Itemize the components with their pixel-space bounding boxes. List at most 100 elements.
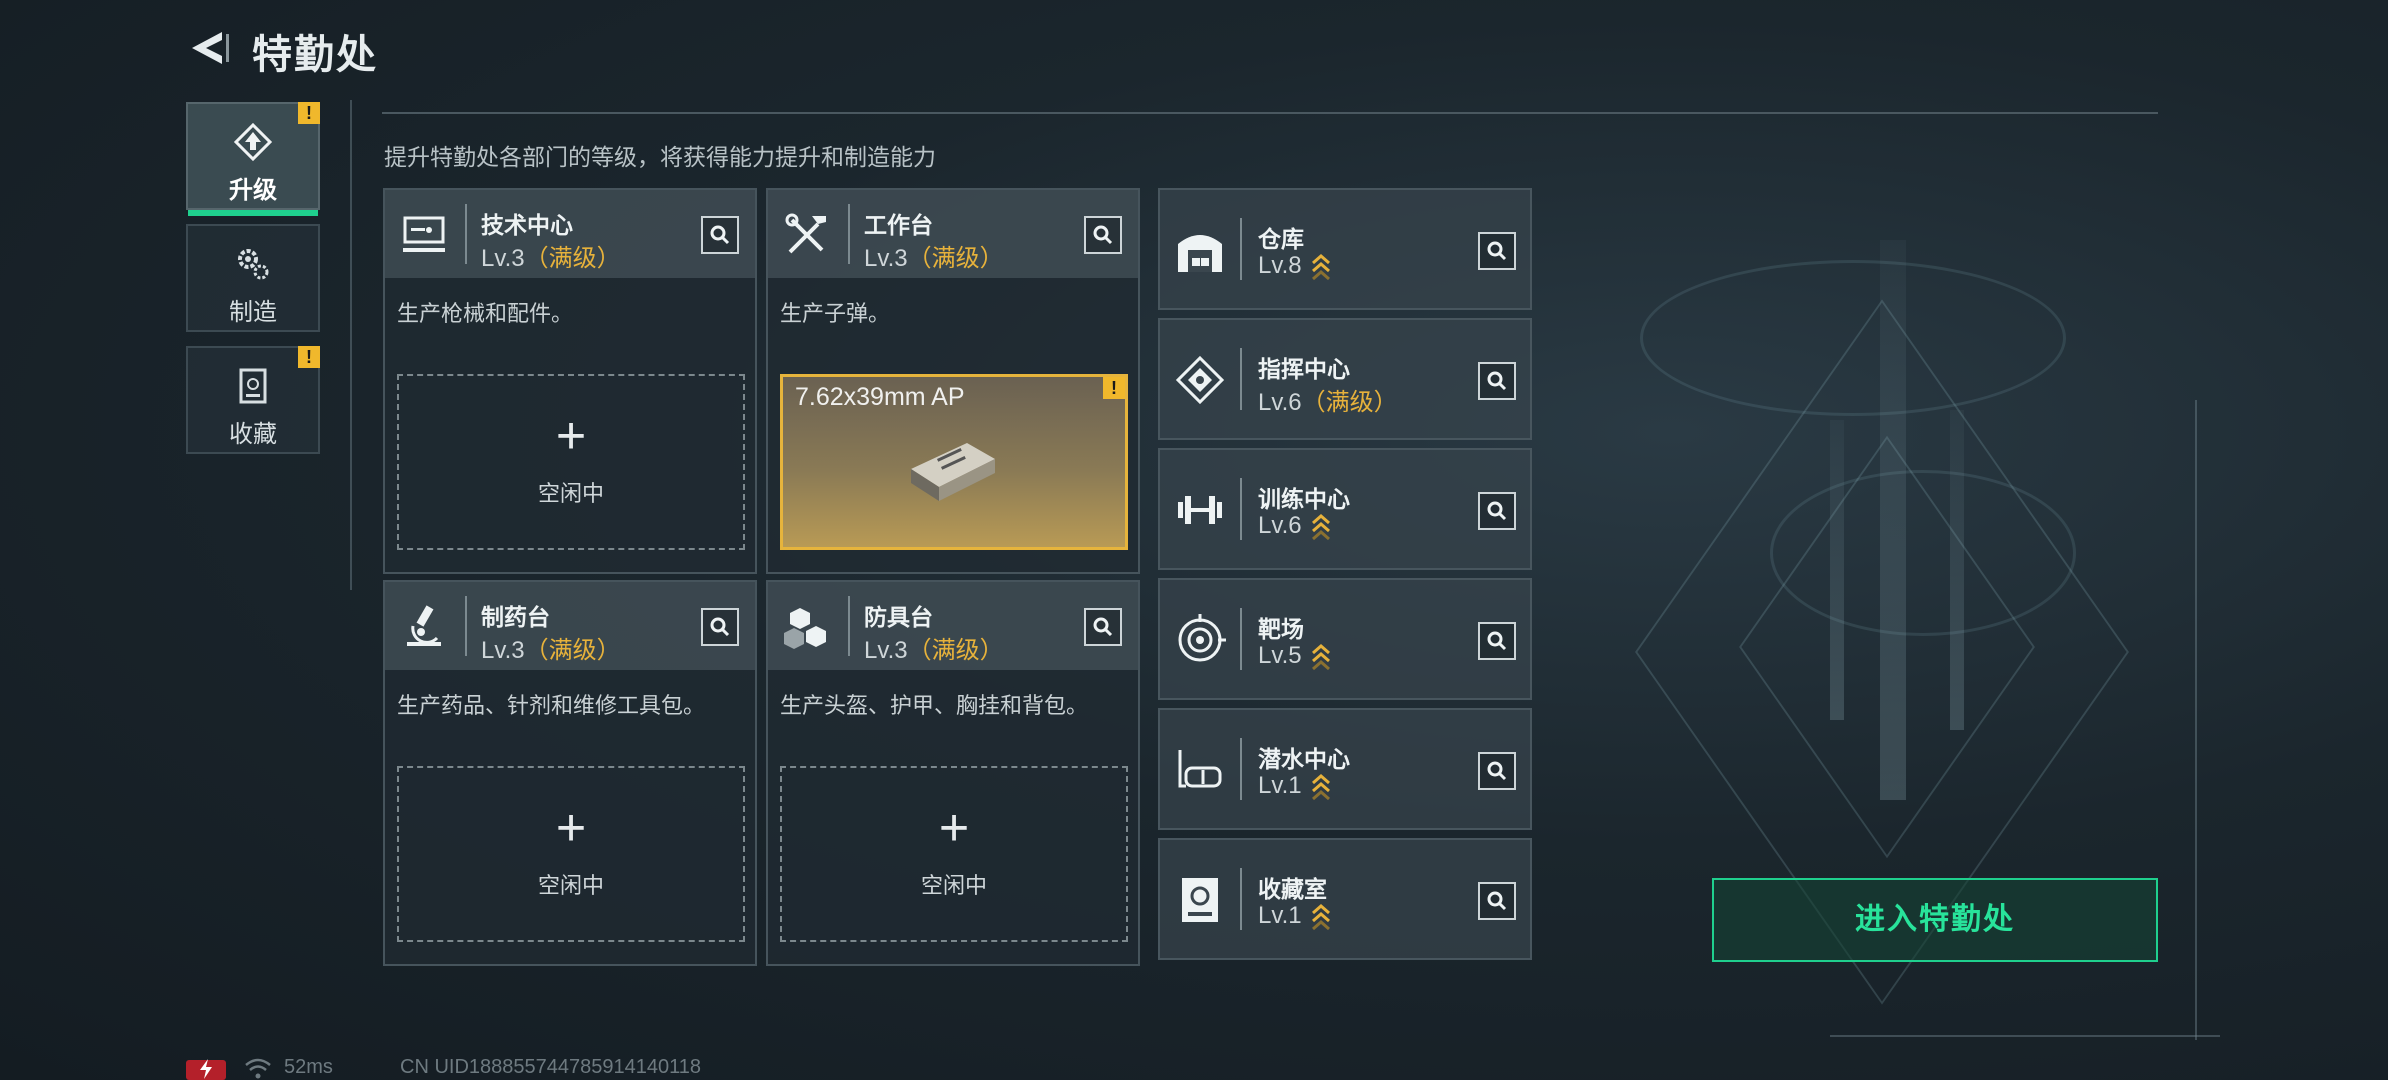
back-arrow-icon (192, 32, 229, 64)
inspect-button[interactable] (1478, 622, 1516, 660)
facility-level: Lv.1 (1258, 902, 1332, 931)
level-value: Lv.3 (481, 245, 525, 272)
department-description: 生产子弹。 (780, 301, 891, 326)
facility-card-shooting-range[interactable]: 靶场 Lv.5 (1158, 578, 1532, 700)
nav-tab-craft[interactable]: 制造 (186, 224, 320, 332)
frame-line-bottom (1830, 1035, 2220, 1037)
upgrade-available-icon (1311, 253, 1330, 280)
search-icon (1487, 891, 1507, 911)
nav-label-collection: 收藏 (229, 421, 277, 448)
department-name: 制药台 (481, 604, 550, 630)
card-header: 防具台 Lv.3（满级） (768, 582, 1138, 670)
network-latency: 52ms (284, 1056, 333, 1078)
facility-name: 训练中心 (1258, 486, 1350, 512)
department-name: 工作台 (864, 212, 933, 238)
upgrade-available-icon (1311, 643, 1330, 670)
facility-card-collection-room[interactable]: 收藏室 Lv.1 (1158, 838, 1532, 960)
inspect-button[interactable] (1478, 752, 1516, 790)
production-slot-idle[interactable]: + 空闲中 (397, 766, 745, 942)
department-level: Lv.3（满级） (481, 238, 621, 273)
inspect-button[interactable] (701, 216, 739, 254)
target-icon (1178, 614, 1226, 662)
inspect-button[interactable] (1478, 882, 1516, 920)
collection-cabinet-icon (239, 368, 267, 404)
header-separator (465, 596, 467, 656)
header-divider (382, 112, 2158, 114)
facility-name: 指挥中心 (1258, 356, 1350, 382)
inspect-button[interactable] (701, 608, 739, 646)
search-icon (710, 617, 730, 637)
facility-card-training-center[interactable]: 训练中心 Lv.6 (1158, 448, 1532, 570)
add-icon: + (555, 407, 587, 465)
level-value: Lv.3 (864, 637, 908, 664)
base-schematic-background (1520, 180, 2240, 1005)
slot-status: 空闲中 (537, 481, 604, 506)
inspect-button[interactable] (1084, 608, 1122, 646)
page-title: 特勤处 (252, 33, 378, 77)
slot-status: 空闲中 (920, 873, 987, 898)
command-icon (1175, 355, 1225, 405)
nav-tab-collection[interactable]: 收藏 ! (186, 346, 320, 454)
facility-name: 收藏室 (1258, 876, 1327, 902)
player-uid: CN UID1888557447859141401​18 (400, 1056, 701, 1078)
inspect-button[interactable] (1478, 362, 1516, 400)
craft-gears-icon (238, 249, 269, 280)
tools-icon (785, 213, 826, 254)
microscope-icon (407, 605, 441, 646)
header-separator (1240, 348, 1242, 410)
header-separator (465, 204, 467, 264)
facility-card-diving-center[interactable]: 潜水中心 Lv.1 (1158, 708, 1532, 830)
add-icon: + (555, 799, 587, 857)
card-header: 制药台 Lv.3（满级） (385, 582, 755, 670)
department-description: 生产药品、针剂和维修工具包。 (397, 693, 706, 718)
frame-line-left (350, 100, 352, 590)
department-card-tech-center[interactable]: 技术中心 Lv.3（满级） 生产枪械和配件。 + 空闲中 (383, 188, 757, 574)
facility-card-command-center[interactable]: 指挥中心 Lv.6（满级） (1158, 318, 1532, 440)
inspect-button[interactable] (1084, 216, 1122, 254)
charging-bolt-icon (200, 1059, 212, 1079)
department-card-armor[interactable]: 防具台 Lv.3（满级） 生产头盔、护甲、胸挂和背包。 + 空闲中 (766, 580, 1140, 966)
inspect-button[interactable] (1478, 492, 1516, 530)
production-slot-idle[interactable]: + 空闲中 (397, 374, 745, 550)
card-header: 技术中心 Lv.3（满级） (385, 190, 755, 278)
enter-special-ops-button[interactable]: 进入特勤处 (1712, 878, 2158, 962)
facility-name: 仓库 (1258, 226, 1304, 252)
level-value: Lv.6 (1258, 389, 1302, 416)
upgrade-available-icon (1311, 903, 1330, 930)
ammo-box-icon (911, 443, 995, 501)
active-tab-indicator (188, 210, 318, 216)
max-level-tag: （满级） (907, 245, 1004, 272)
facility-card-warehouse[interactable]: 仓库 Lv.8 (1158, 188, 1532, 310)
alert-badge: ! (1103, 377, 1125, 399)
vault-icon (1182, 878, 1218, 922)
department-card-pharmacy[interactable]: 制药台 Lv.3（满级） 生产药品、针剂和维修工具包。 + 空闲中 (383, 580, 757, 966)
production-slot-ammo[interactable]: 7.62x39mm AP ! (780, 374, 1128, 550)
max-level-tag: （满级） (524, 637, 621, 664)
department-card-workbench[interactable]: 工作台 Lv.3（满级） 生产子弹。 7.62x39mm AP ! (766, 188, 1140, 574)
level-value: Lv.3 (481, 637, 525, 664)
armor-boxes-icon (784, 608, 826, 649)
back-button[interactable] (186, 26, 230, 70)
upgrade-icon (233, 122, 273, 162)
diving-mask-icon (1178, 750, 1222, 788)
alert-badge: ! (298, 346, 320, 368)
inspect-button[interactable] (1478, 232, 1516, 270)
nav-label-upgrade: 升级 (229, 177, 277, 204)
level-value: Lv.3 (864, 245, 908, 272)
ammo-item-name: 7.62x39mm AP (795, 383, 965, 411)
production-slot-idle[interactable]: + 空闲中 (780, 766, 1128, 942)
department-description: 生产头盔、护甲、胸挂和背包。 (780, 693, 1089, 718)
department-description: 生产枪械和配件。 (397, 301, 574, 326)
card-header: 工作台 Lv.3（满级） (768, 190, 1138, 278)
search-icon (1093, 617, 1113, 637)
wifi-icon (245, 1058, 271, 1079)
dumbbell-icon (1178, 496, 1222, 524)
department-level: Lv.3（满级） (864, 630, 1004, 665)
header-separator (1240, 608, 1242, 670)
slot-status: 空闲中 (537, 873, 604, 898)
nav-label-craft: 制造 (229, 299, 277, 326)
nav-tab-upgrade[interactable]: 升级 ! (186, 102, 320, 216)
header-separator (1240, 478, 1242, 540)
header-separator (848, 596, 850, 656)
page-subtitle: 提升特勤处各部门的等级，将获得能力提升和制造能力 (384, 144, 936, 170)
